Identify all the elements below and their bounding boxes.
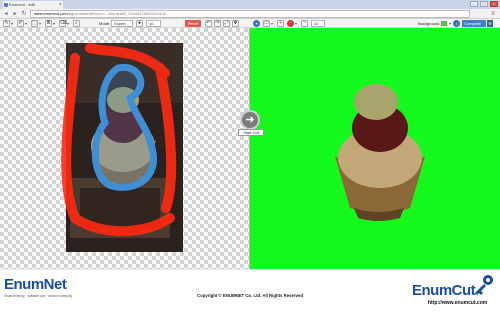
remove-area-icon[interactable]: −: [287, 20, 294, 27]
app-window: Enumcut - edit × – □ × ◂ ▸ ↻ www.enumcut…: [0, 0, 500, 315]
enumnet-logo[interactable]: EnumNet: [4, 276, 67, 293]
compass-icon[interactable]: ✦: [253, 20, 260, 27]
window-controls: – □ ×: [470, 1, 498, 7]
brush-size-icon[interactable]: ●: [136, 20, 143, 27]
background-color-caret[interactable]: ▾: [449, 21, 451, 26]
background-color-swatch[interactable]: [441, 21, 447, 26]
start-cut-label[interactable]: Start Cut: [238, 129, 264, 136]
enumcut-logo[interactable]: EnumCut: [412, 282, 476, 299]
mode-label: Mode:: [99, 21, 111, 26]
select-tool-icon[interactable]: ⬚: [31, 20, 38, 27]
url-path: /bgcontrol/edit?num=...&id=N462_20160125…: [67, 11, 167, 16]
url-host: www.enumcut.com: [34, 11, 68, 16]
brush-size-select[interactable]: 10: [146, 20, 161, 27]
zoom-tool-icon[interactable]: ⌕: [73, 20, 80, 27]
complete-options-icon[interactable]: ⚙: [487, 20, 493, 27]
complete-button[interactable]: Complete: [462, 20, 486, 27]
move-tool-icon[interactable]: ✥: [232, 20, 239, 27]
window-close-button[interactable]: ×: [490, 1, 498, 7]
url-field[interactable]: www.enumcut.com/bgcontrol/edit?num=...&i…: [30, 10, 470, 18]
favicon-icon: [4, 3, 8, 7]
background-brush-icon[interactable]: ✐: [17, 20, 24, 27]
minimize-button[interactable]: –: [470, 1, 478, 7]
browser-tab-bar: Enumcut - edit × – □ ×: [0, 0, 500, 9]
select-tool-caret[interactable]: ▾: [39, 21, 41, 26]
tab-close-icon[interactable]: ×: [59, 1, 62, 9]
maximize-button[interactable]: □: [480, 1, 488, 7]
back-button[interactable]: ◂: [2, 10, 10, 18]
info-icon[interactable]: i: [453, 20, 460, 27]
view-mode-icon[interactable]: ▭: [263, 20, 270, 27]
add-area-icon[interactable]: +: [277, 20, 284, 27]
browser-menu-button[interactable]: ≡: [489, 10, 497, 18]
fit-view-icon[interactable]: ⤢: [223, 20, 230, 27]
enumcut-url[interactable]: http://www.enumcut.com: [428, 300, 487, 306]
layers-icon[interactable]: ≣: [45, 20, 52, 27]
foreground-brush-icon[interactable]: ✎: [3, 20, 10, 27]
key-icon: [475, 275, 493, 295]
eraser-caret[interactable]: ▾: [67, 21, 69, 26]
source-photo: [61, 43, 183, 252]
result-photo: [335, 84, 425, 221]
feather-icon[interactable]: ~: [301, 20, 308, 27]
reset-button[interactable]: Reset: [185, 20, 201, 27]
remove-area-caret[interactable]: ▾: [295, 21, 297, 26]
result-ice-cream: [354, 84, 398, 120]
mode-select[interactable]: Expert: [111, 20, 133, 27]
background-brush-caret[interactable]: ▾: [25, 21, 27, 26]
zoom-select[interactable]: 10: [311, 20, 325, 27]
result-canvas[interactable]: [250, 28, 500, 269]
eraser-icon[interactable]: ⌫: [59, 20, 67, 27]
browser-tab[interactable]: Enumcut - edit ×: [3, 1, 63, 9]
reload-button[interactable]: ↻: [20, 10, 28, 18]
footer: EnumNet Smart thinking · software and · …: [0, 269, 500, 315]
forward-button[interactable]: ▸: [11, 10, 19, 18]
start-cut-button[interactable]: ➜: [240, 110, 260, 130]
view-mode-caret[interactable]: ▾: [271, 21, 273, 26]
background-label: Background: [418, 21, 440, 26]
editor-toolbar: ✎ ▾ ✐ ▾ ⬚ ▾ ≣ ▾ ⌫ ▾ ⌕ Mode: Expert ● 10 …: [0, 19, 500, 28]
foreground-brush-caret[interactable]: ▾: [11, 21, 13, 26]
tab-title: Enumcut - edit: [9, 2, 35, 7]
layers-caret[interactable]: ▾: [53, 21, 55, 26]
address-bar: ◂ ▸ ↻ www.enumcut.com/bgcontrol/edit?num…: [0, 9, 500, 19]
redo-icon[interactable]: ↷: [214, 20, 221, 27]
undo-icon[interactable]: ↶: [205, 20, 212, 27]
source-canvas[interactable]: [0, 28, 249, 269]
